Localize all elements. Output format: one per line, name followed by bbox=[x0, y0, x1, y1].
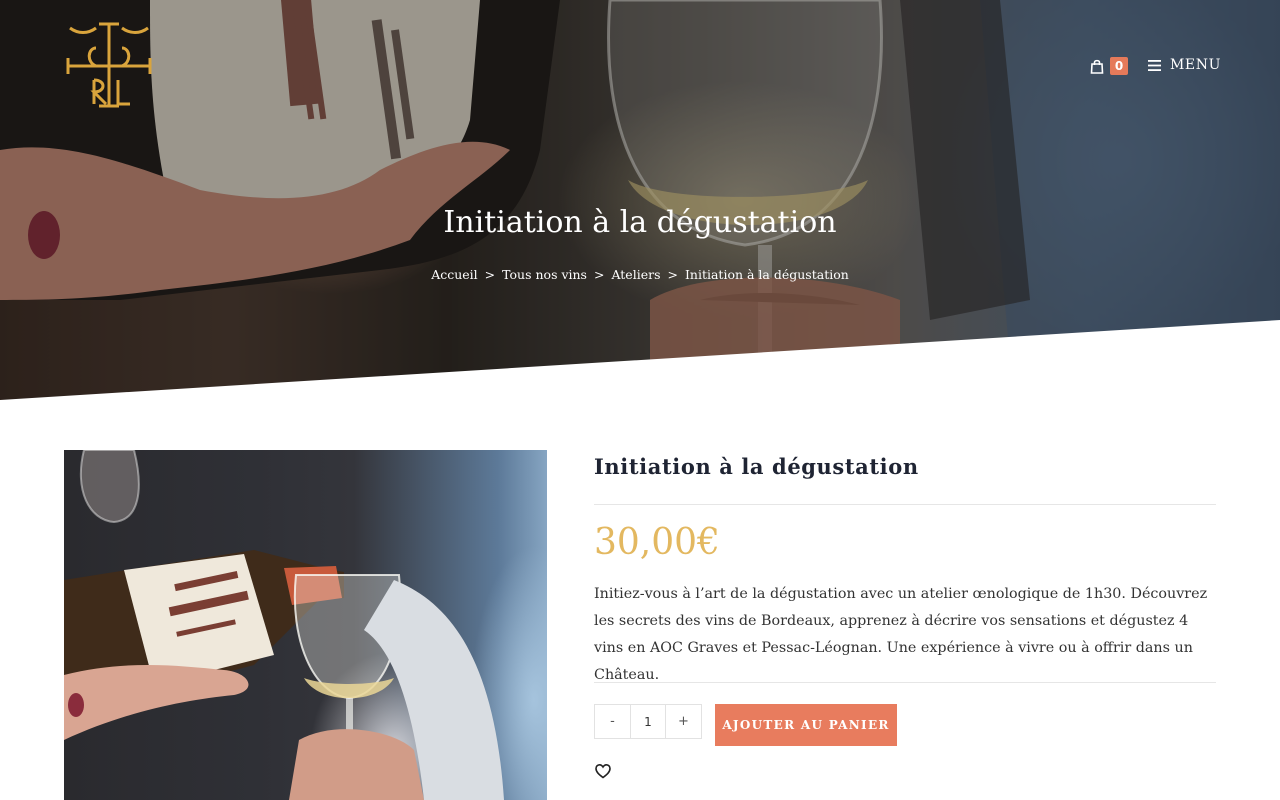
hero-diagonal-cut bbox=[0, 320, 1280, 400]
cart-button[interactable]: 0 bbox=[1090, 55, 1132, 77]
quantity-increase-button[interactable]: + bbox=[666, 705, 701, 738]
quantity-stepper: - + bbox=[594, 704, 702, 739]
hamburger-icon bbox=[1148, 59, 1161, 71]
breadcrumb-workshops[interactable]: Ateliers bbox=[611, 267, 660, 282]
heart-icon[interactable] bbox=[594, 762, 612, 780]
description-divider bbox=[594, 682, 1216, 683]
product-photo bbox=[64, 450, 504, 800]
product-image[interactable] bbox=[64, 450, 547, 800]
breadcrumb-current: Initiation à la dégustation bbox=[684, 267, 849, 282]
quantity-decrease-button[interactable]: - bbox=[595, 705, 630, 738]
breadcrumb-separator: > bbox=[593, 267, 605, 282]
breadcrumb-home[interactable]: Accueil bbox=[431, 267, 477, 282]
title-divider bbox=[594, 504, 1216, 505]
menu-button[interactable]: MENU bbox=[1148, 54, 1221, 76]
breadcrumb: Accueil > Tous nos vins > Ateliers > Initiatio… bbox=[0, 267, 1280, 282]
chateau-monogram-logo[interactable] bbox=[66, 20, 152, 110]
product-title: Initiation à la dégustation bbox=[594, 454, 919, 479]
add-to-cart-button[interactable]: AJOUTER AU PANIER bbox=[715, 704, 897, 746]
breadcrumb-all-wines[interactable]: Tous nos vins bbox=[502, 267, 587, 282]
hero-banner: 0 MENU Initiation à la dégustation Accue… bbox=[0, 0, 1280, 400]
cart-count-badge: 0 bbox=[1110, 57, 1128, 75]
breadcrumb-separator: > bbox=[484, 267, 496, 282]
breadcrumb-separator: > bbox=[667, 267, 678, 282]
product-price: 30,00€ bbox=[594, 522, 720, 563]
menu-label: MENU bbox=[1170, 57, 1222, 73]
page-title: Initiation à la dégustation bbox=[443, 205, 837, 240]
quantity-input[interactable] bbox=[630, 705, 666, 738]
product-description: Initiez-vous à l’art de la dégustation a… bbox=[594, 586, 1208, 683]
shopping-bag-icon bbox=[1090, 59, 1104, 74]
